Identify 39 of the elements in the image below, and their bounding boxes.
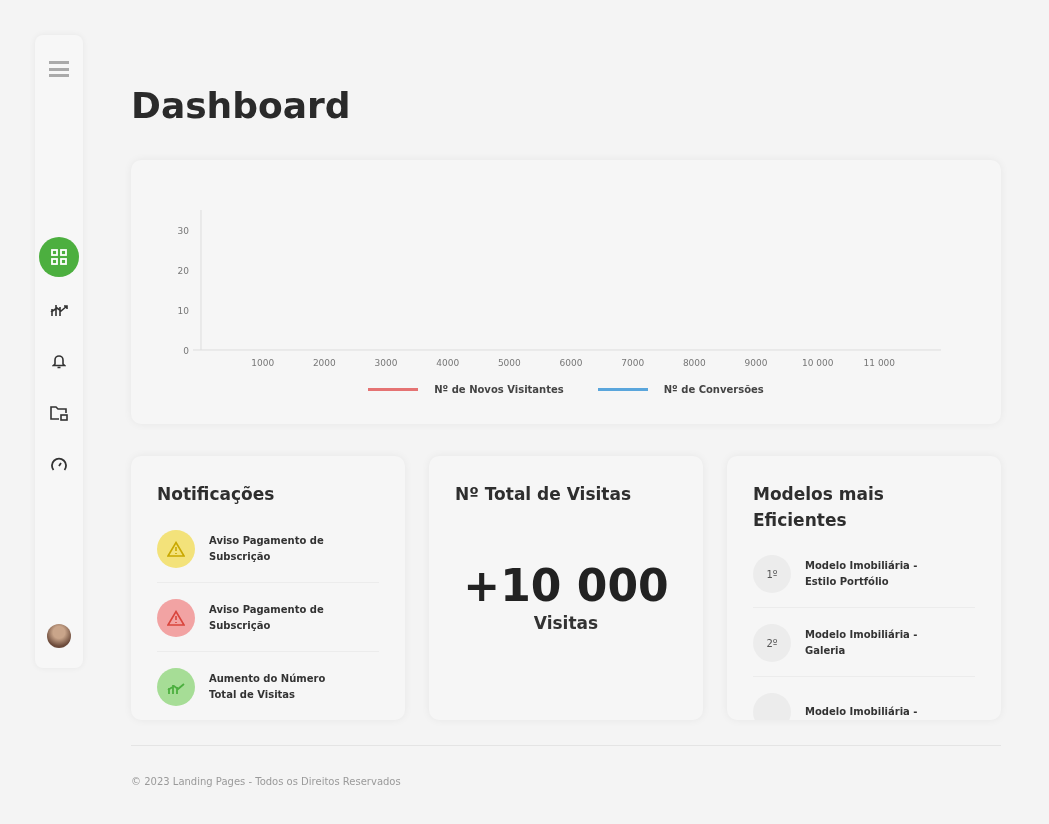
notification-text: Aumento do Número Total de Visitas	[209, 671, 327, 702]
model-text: Modelo Imobiliária - Galeria	[805, 628, 919, 658]
x-tick-label: 6000	[559, 358, 583, 368]
card-title: Notificações	[157, 483, 276, 506]
x-tick-label: 3000	[374, 358, 398, 368]
card-title: Nº Total de Visitas	[455, 483, 633, 506]
x-tick-label: 4000	[436, 358, 460, 368]
x-tick-label: 5000	[497, 358, 521, 368]
y-tick-label: 20	[177, 266, 189, 276]
x-tick-label: 2000	[312, 358, 336, 368]
visits-value: +10 000	[462, 559, 670, 611]
model-text: Modelo Imobiliária -	[805, 705, 919, 719]
notification-text: Aviso Pagamento de Subscrição	[209, 602, 325, 633]
warning-icon	[167, 609, 185, 626]
visits-unit: Visitas	[532, 612, 600, 633]
model-text: Modelo Imobiliária - Estilo Portfólio	[805, 559, 919, 589]
x-tick-label: 9000	[744, 358, 768, 368]
card-title: Modelos mais Eficientes	[753, 483, 885, 532]
x-tick-label: 8000	[682, 358, 706, 368]
grid-icon	[51, 249, 67, 265]
warning-icon	[167, 540, 185, 557]
page-title: Dashboard	[131, 85, 351, 126]
legend-label: Nº de Conversões	[663, 384, 764, 395]
avatar[interactable]	[47, 624, 71, 648]
y-tick-label: 10	[177, 306, 189, 316]
x-tick-label: 10 000	[801, 358, 834, 368]
y-tick-label: 0	[183, 346, 189, 356]
rank-badge: 1º	[753, 555, 791, 593]
y-tick-label: 30	[177, 226, 189, 236]
folder-icon	[50, 405, 68, 421]
x-tick-label: 7000	[621, 358, 645, 368]
gauge-icon	[51, 457, 67, 473]
bell-icon	[52, 353, 66, 369]
rank-badge: 2º	[753, 624, 791, 662]
footer-text: © 2023 Landing Pages - Todos os Direitos Reservados	[131, 776, 401, 787]
x-tick-label: 11 000	[863, 358, 896, 368]
x-tick-label: 1000	[251, 358, 275, 368]
notification-text: Aviso Pagamento de Subscrição	[209, 533, 325, 564]
legend-label: Nº de Novos Visitantes	[434, 384, 564, 395]
